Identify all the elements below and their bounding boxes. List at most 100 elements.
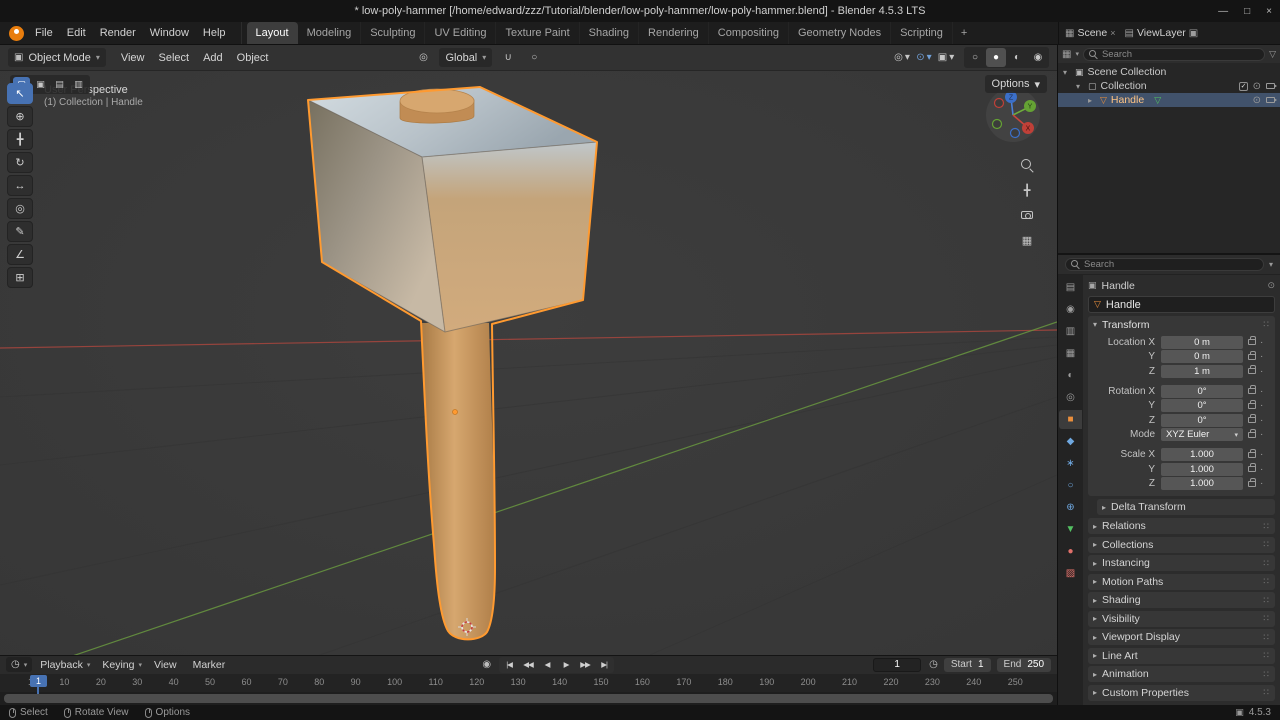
property-section-header[interactable]: ▸ Relations ∷ xyxy=(1088,518,1275,534)
hide-eye-icon[interactable]: ⊙ xyxy=(1253,81,1261,92)
snap-magnet-toggle[interactable]: ∪ xyxy=(498,48,518,67)
animate-decorator-dot[interactable]: · xyxy=(1260,400,1263,411)
field-value[interactable]: 1.000 xyxy=(1161,448,1243,461)
field-value[interactable]: XYZ Euler xyxy=(1161,428,1243,441)
panel-grip-icon[interactable]: ∷ xyxy=(1263,558,1270,569)
view-layer-tab[interactable]: ▦ xyxy=(1059,344,1082,363)
animate-decorator-dot[interactable]: · xyxy=(1260,449,1263,460)
workspace-tab[interactable]: Rendering xyxy=(639,22,709,44)
property-section-header[interactable]: ▸ Motion Paths ∷ xyxy=(1088,574,1275,590)
prev-keyframe-button[interactable]: ◀◀ xyxy=(519,658,537,672)
move-tool[interactable]: ╋ xyxy=(7,129,33,150)
add-workspace-button[interactable]: + xyxy=(953,22,975,44)
transform-pivot-dropdown[interactable]: ◎ xyxy=(413,48,433,67)
panel-grip-icon[interactable]: ∷ xyxy=(1263,539,1270,550)
transform-tool[interactable]: ◎ xyxy=(7,198,33,219)
current-frame-field[interactable]: 1 xyxy=(873,658,921,672)
animate-decorator-dot[interactable]: · xyxy=(1260,429,1263,440)
modifiers-tab[interactable]: ◆ xyxy=(1059,432,1082,451)
property-section-header[interactable]: ▸ Custom Properties ∷ xyxy=(1088,685,1275,701)
mode-dropdown[interactable]: ▣ Object Mode ▾ xyxy=(8,48,106,67)
rendered-shading-button[interactable]: ◉ xyxy=(1028,48,1048,67)
lock-icon[interactable] xyxy=(1248,466,1256,472)
timeline-menu-item[interactable]: Playback▾ xyxy=(34,659,96,671)
workspace-tab[interactable]: Scripting xyxy=(891,22,953,44)
zoom-icon[interactable] xyxy=(1019,157,1035,173)
outliner-row-collection[interactable]: ▾ ▢ Collection ⊙ xyxy=(1058,79,1280,93)
workspace-tab[interactable]: Sculpting xyxy=(361,22,425,44)
scene-unlink-icon[interactable]: × xyxy=(1110,28,1115,38)
output-tab[interactable]: ▥ xyxy=(1059,322,1082,341)
scene-tab[interactable]: ◐ xyxy=(1059,366,1082,385)
axis-minus-y[interactable] xyxy=(993,120,1002,129)
lock-icon[interactable] xyxy=(1248,432,1256,438)
world-tab[interactable]: ◎ xyxy=(1059,388,1082,407)
object-data-tab[interactable]: ▼ xyxy=(1059,520,1082,539)
scene-selector[interactable]: Scene xyxy=(1077,27,1107,39)
object-name-field[interactable]: ▽ Handle xyxy=(1088,296,1275,313)
viewport-canvas[interactable] xyxy=(0,45,1057,655)
panel-grip-icon[interactable]: ∷ xyxy=(1263,650,1270,661)
property-section-header[interactable]: ▸ Line Art ∷ xyxy=(1088,648,1275,664)
workspace-tab[interactable]: Modeling xyxy=(298,22,362,44)
workspace-tab[interactable]: Compositing xyxy=(709,22,789,44)
auto-keying-toggle[interactable]: ◉ xyxy=(482,659,491,670)
outliner-row-scene-collection[interactable]: ▾ ▣ Scene Collection xyxy=(1058,65,1280,79)
workspace-tab[interactable]: Texture Paint xyxy=(496,22,579,44)
property-section-header[interactable]: ▸ Instancing ∷ xyxy=(1088,555,1275,571)
timeline-menu-item[interactable]: View xyxy=(148,659,187,671)
animate-decorator-dot[interactable]: · xyxy=(1260,415,1263,426)
toggle-xray-button[interactable]: ▣▾ xyxy=(936,48,956,67)
field-value[interactable]: 0 m xyxy=(1161,336,1243,349)
lock-icon[interactable] xyxy=(1248,417,1256,423)
menubar-item[interactable]: Help xyxy=(196,22,233,44)
render-tab[interactable]: ◉ xyxy=(1059,300,1082,319)
rotate-tool[interactable]: ↻ xyxy=(7,152,33,173)
scrollbar-thumb[interactable] xyxy=(4,694,1053,703)
lock-icon[interactable] xyxy=(1248,339,1256,345)
measure-tool[interactable]: ∠ xyxy=(7,244,33,265)
object-tab[interactable]: ■ xyxy=(1059,410,1082,429)
outliner-row-handle[interactable]: ▸ ▽ Handle ▽ ⊙ xyxy=(1058,93,1280,107)
select-box-tool[interactable]: ↖ xyxy=(7,83,33,104)
constraints-tab[interactable]: ⊕ xyxy=(1059,498,1082,517)
jump-start-button[interactable]: |◀ xyxy=(500,658,518,672)
filter-icon[interactable]: ▽ xyxy=(1269,49,1276,60)
outliner-search-input[interactable]: Search xyxy=(1083,48,1265,61)
orientation-dropdown[interactable]: Global ▾ xyxy=(439,48,492,67)
frame-start-field[interactable]: Start 1 xyxy=(944,658,991,672)
show-gizmo-toggle[interactable]: ◎▾ xyxy=(892,48,912,67)
expand-icon[interactable]: ▾ xyxy=(1063,68,1071,77)
breadcrumb-object-label[interactable]: Handle xyxy=(1102,280,1135,292)
timeline-ruler[interactable]: 1102030405060708090100110120130140150160… xyxy=(0,674,1057,692)
viewlayer-copy-icon[interactable]: ▣ xyxy=(1189,28,1198,39)
panel-grip-icon[interactable]: ∷ xyxy=(1263,687,1270,698)
animate-decorator-dot[interactable]: · xyxy=(1260,478,1263,489)
cursor-tool[interactable]: ⊕ xyxy=(7,106,33,127)
property-section-header[interactable]: ▸ Collections ∷ xyxy=(1088,537,1275,553)
chevron-down-icon[interactable]: ▾ xyxy=(1269,260,1273,269)
property-section-header[interactable]: ▸ Animation ∷ xyxy=(1088,666,1275,682)
timeline-scrollbar[interactable] xyxy=(0,692,1057,705)
properties-search-input[interactable]: Search xyxy=(1065,258,1264,271)
viewport-menu-item[interactable]: Select xyxy=(153,52,196,64)
menubar-item[interactable]: Render xyxy=(93,22,143,44)
lock-icon[interactable] xyxy=(1248,388,1256,394)
play-button[interactable]: ▶ xyxy=(557,658,575,672)
expand-icon[interactable]: ▸ xyxy=(1088,96,1096,105)
exclude-checkbox[interactable] xyxy=(1239,82,1248,91)
animate-decorator-dot[interactable]: · xyxy=(1260,337,1263,348)
solid-shading-button[interactable]: ● xyxy=(986,48,1006,67)
lock-icon[interactable] xyxy=(1248,403,1256,409)
expand-icon[interactable]: ▾ xyxy=(1076,82,1084,91)
property-section-header[interactable]: ▸ Shading ∷ xyxy=(1088,592,1275,608)
annotate-tool[interactable]: ✎ xyxy=(7,221,33,242)
panel-grip-icon[interactable]: ∷ xyxy=(1263,669,1270,680)
field-value[interactable]: 0° xyxy=(1161,399,1243,412)
pin-icon[interactable]: ⊙ xyxy=(1267,280,1275,291)
field-value[interactable]: 0° xyxy=(1161,385,1243,398)
workspace-tab[interactable]: Shading xyxy=(580,22,639,44)
add-cube-tool[interactable]: ⊞ xyxy=(7,267,33,288)
panel-grip-icon[interactable]: ∷ xyxy=(1263,613,1270,624)
next-keyframe-button[interactable]: ▶▶ xyxy=(576,658,594,672)
